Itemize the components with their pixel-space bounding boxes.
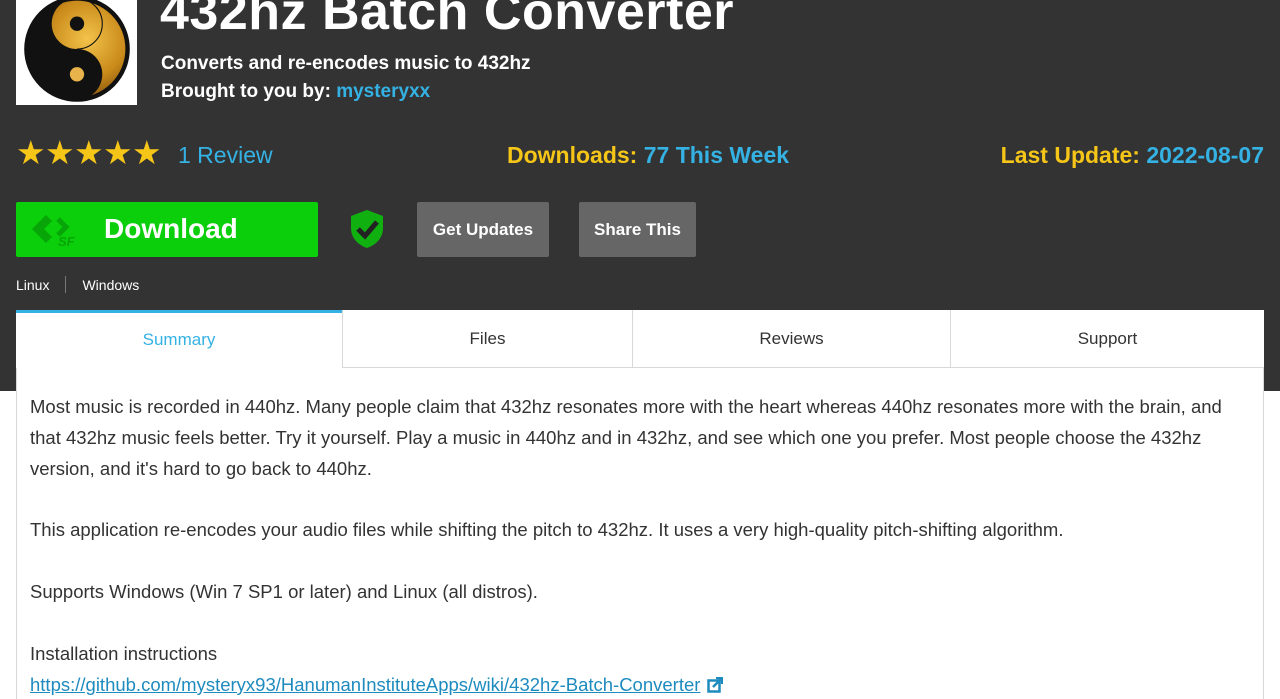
external-link-icon xyxy=(707,676,724,693)
star-icon: ★ xyxy=(16,134,46,171)
downloads-label: Downloads: xyxy=(507,142,638,168)
last-update-stat: Last Update: 2022-08-07 xyxy=(1001,142,1264,169)
star-rating: ★ ★ ★ ★ ★ xyxy=(16,134,162,171)
platform-list: Linux Windows xyxy=(16,276,139,293)
project-byline: Brought to you by: mysteryxx xyxy=(161,81,430,103)
last-update-label: Last Update: xyxy=(1000,142,1140,168)
share-button[interactable]: Share This xyxy=(579,202,696,257)
platform-windows[interactable]: Windows xyxy=(82,277,139,293)
summary-paragraph: This application re-encodes your audio f… xyxy=(30,519,1064,540)
tab-reviews[interactable]: Reviews xyxy=(632,310,950,368)
downloads-value[interactable]: 77 This Week xyxy=(644,142,789,168)
summary-panel: Most music is recorded in 440hz. Many pe… xyxy=(16,368,1264,699)
installation-heading: Installation instructions xyxy=(30,643,218,664)
shield-check-icon xyxy=(351,210,383,248)
review-count-link[interactable]: 1 Review xyxy=(178,142,273,169)
sourceforge-icon: SF xyxy=(32,215,76,249)
tab-support[interactable]: Support xyxy=(950,310,1264,368)
project-tabs: Summary Files Reviews Support xyxy=(16,310,1264,368)
download-label: Download xyxy=(104,213,238,244)
platform-divider xyxy=(65,276,67,293)
platform-linux[interactable]: Linux xyxy=(16,277,49,293)
download-button[interactable]: SF Download xyxy=(16,202,318,257)
star-icon: ★ xyxy=(74,134,104,171)
tab-summary[interactable]: Summary xyxy=(16,310,342,368)
last-update-value: 2022-08-07 xyxy=(1146,142,1264,168)
author-link[interactable]: mysteryxx xyxy=(336,81,430,102)
installation-link[interactable]: https://github.com/mysteryx93/HanumanIns… xyxy=(30,669,724,699)
get-updates-button[interactable]: Get Updates xyxy=(417,202,549,257)
project-title: 432hz Batch Converter xyxy=(160,0,735,41)
installation-link-text: https://github.com/mysteryx93/HanumanIns… xyxy=(30,674,701,695)
star-icon: ★ xyxy=(132,134,162,171)
project-logo xyxy=(16,0,137,105)
downloads-stat: Downloads: 77 This Week xyxy=(507,142,789,169)
svg-text:SF: SF xyxy=(58,234,76,249)
star-icon: ★ xyxy=(103,134,133,171)
summary-paragraph: Most music is recorded in 440hz. Many pe… xyxy=(30,396,1222,479)
summary-paragraph: Supports Windows (Win 7 SP1 or later) an… xyxy=(30,581,538,602)
byline-label: Brought to you by: xyxy=(161,81,331,102)
tab-files[interactable]: Files xyxy=(342,310,632,368)
yin-yang-logo-icon xyxy=(23,0,130,102)
star-icon: ★ xyxy=(45,134,75,171)
project-subtitle: Converts and re-encodes music to 432hz xyxy=(161,53,531,74)
